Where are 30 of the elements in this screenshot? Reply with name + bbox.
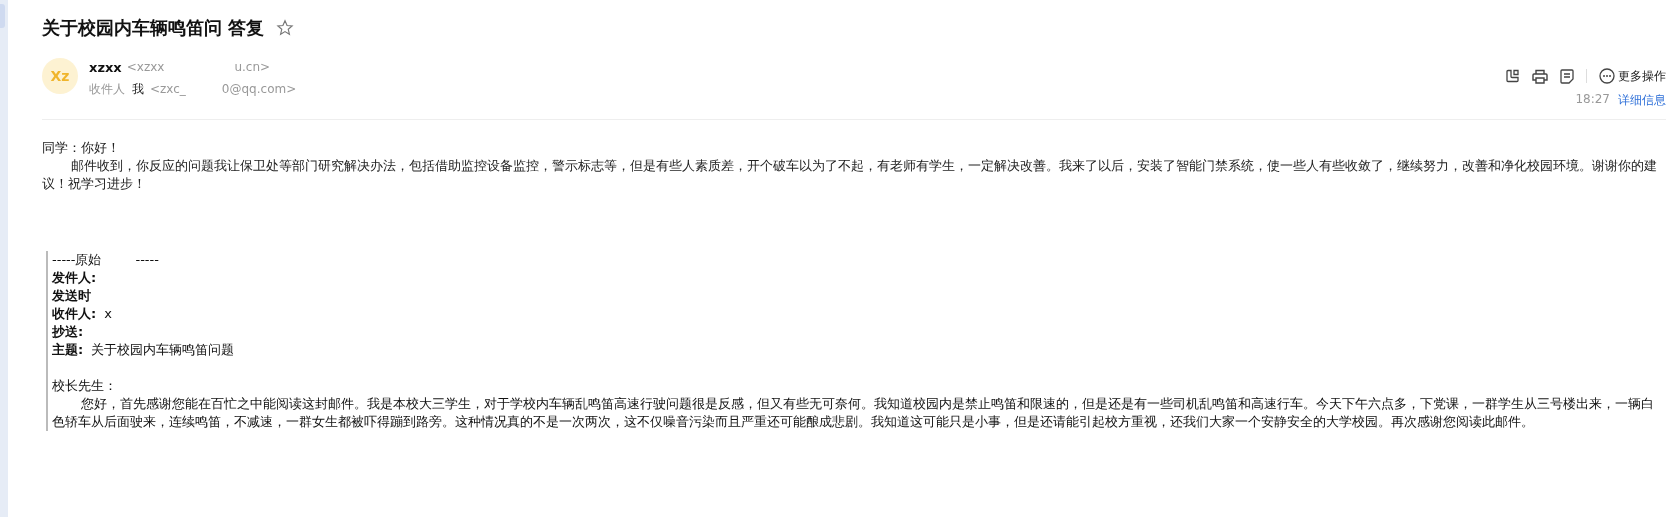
header-value: x (104, 306, 113, 321)
recipient-address: <zxc_ (150, 82, 186, 96)
header-label: 收件人: (52, 306, 97, 321)
mail-time: 18:27 (1575, 92, 1610, 108)
more-actions-button[interactable]: 更多操作 (1599, 67, 1666, 85)
print-icon[interactable] (1532, 68, 1548, 84)
avatar: Xz (42, 58, 78, 94)
recipient-address: 0@qq.com> (221, 82, 297, 96)
new-window-icon[interactable] (1506, 69, 1520, 83)
note-icon[interactable] (1560, 68, 1574, 84)
recipient-label: 收件人 (89, 80, 125, 98)
body-paragraph: 同学：你好！ (42, 139, 121, 157)
star-icon[interactable] (276, 19, 295, 37)
more-icon (1599, 68, 1615, 84)
header-label: 主题: (52, 342, 84, 357)
header-label: 抄送: (52, 324, 84, 339)
quote-separator: -----原始 (52, 251, 102, 269)
header-label: 发送时 (52, 288, 91, 303)
header-label: 发件人: (52, 270, 97, 285)
quote-separator: ----- (135, 251, 159, 269)
sender-address: <xzxx (126, 60, 165, 74)
recipient-name: 我 (132, 80, 144, 98)
sender-name: xzxx (89, 59, 122, 75)
mail-subject: 关于校园内车辆鸣笛问 答复 (42, 16, 265, 40)
sender-address: u.cn> (234, 60, 271, 74)
header-value: 关于校园内车辆鸣笛问题 (91, 342, 235, 357)
quoted-paragraph: 您好，首先感谢您能在百忙之中能阅读这封邮件。我是本校大三学生，对于学校内车辆乱鸣笛高速行驶问题很是反感，但又有些无可奈何。我知道校园内是禁止鸣笛和限速的，但是还是有一些司机乱鸣笛和高速行车。今天下午六点多，下党课，一群学生从三号楼出来，一辆白色轿车从后面驶来，连续鸣笛，不减速，一群女生都被吓得蹦到路旁。这种情况真的不是一次两次，这不仅噪音污染而且严重还可能酿成悲剧。我知道这可能只是小事，但是还请能引起校方重视，还我们大家一个安静安全的大学校园。再次感谢您阅读此邮件。 (52, 395, 1655, 431)
details-link[interactable]: 详细信息 (1618, 92, 1666, 109)
salutation: 校长先生： (52, 377, 118, 395)
body-paragraph: 邮件收到，你反应的问题我让保卫处等部门研究解决办法，包括借助监控设备监控，警示标志等，但是有些人素质差，开个破车以为了不起，有老师有学生，一定解决改善。我来了以后，安装了智能门禁系统，使一些人有些收敛了，继续努力，改善和净化校园环境。谢谢你的建议！祝学习进步！ (42, 157, 1658, 193)
